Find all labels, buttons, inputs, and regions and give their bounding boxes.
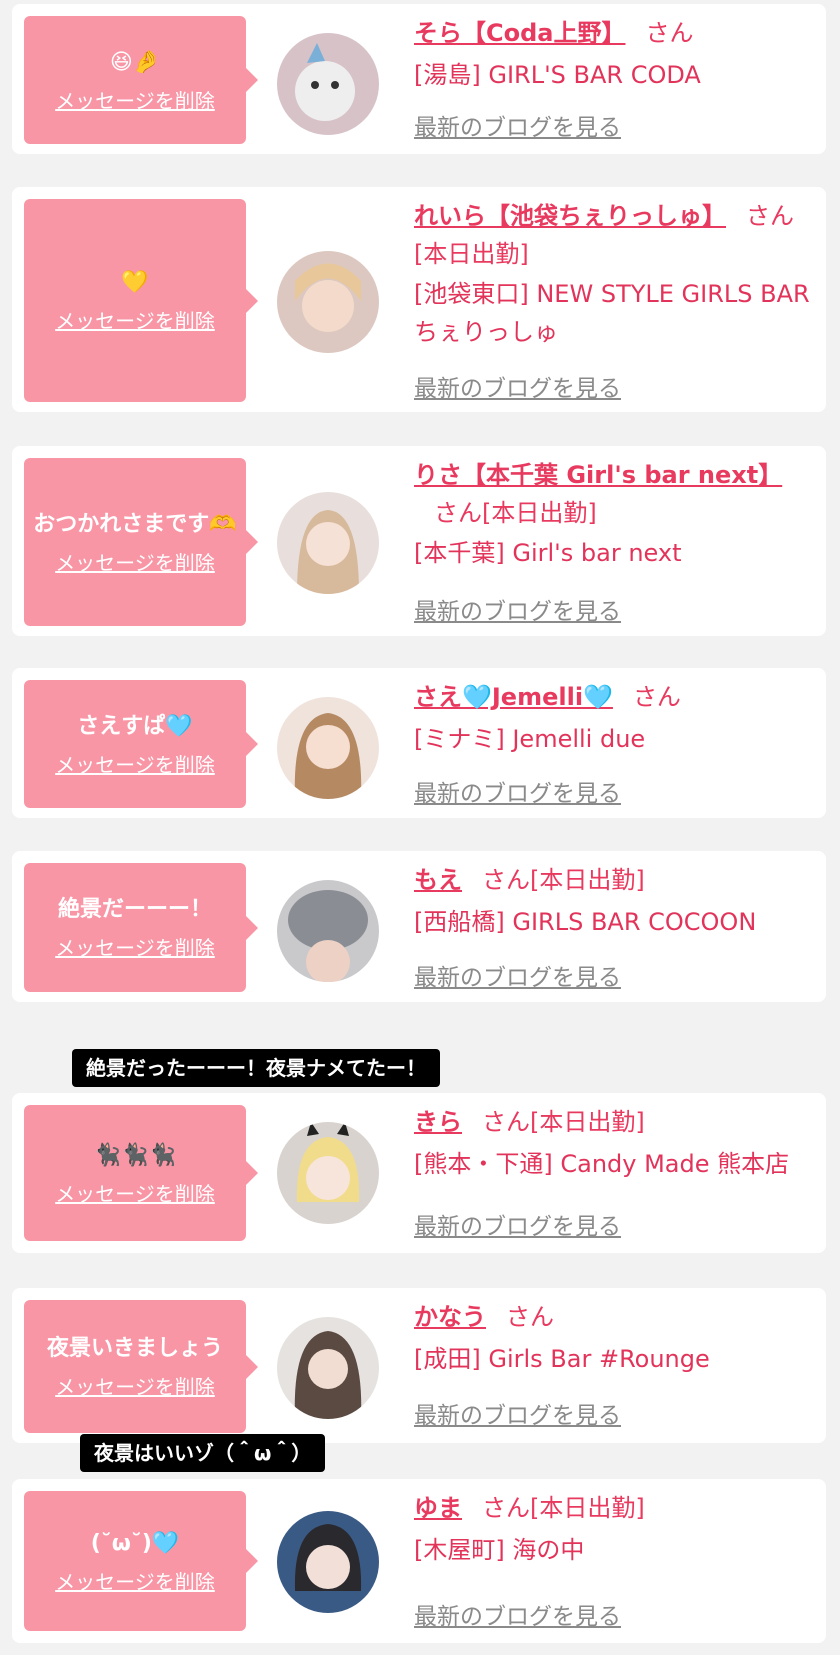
cast-name-link[interactable]: そら【Coda上野】 xyxy=(414,19,625,47)
avatar[interactable] xyxy=(277,1511,379,1613)
message-bubble: おつかれさまです🫶 メッセージを削除 xyxy=(24,458,258,626)
message-bubble: 絶景だーーー！ メッセージを削除 xyxy=(24,863,258,992)
video-caption: 夜景はいいゾ（＾ω＾） xyxy=(80,1434,326,1472)
message-text: 絶景だーーー！ xyxy=(57,897,212,922)
message-text: (˘ω˘)🩵 xyxy=(90,1530,180,1556)
shop-name: [池袋東口] NEW STYLE GIRLS BAR ちぇりっしゅ xyxy=(414,280,810,346)
cast-suffix: さん xyxy=(632,683,681,711)
blog-link[interactable]: 最新のブログを見る xyxy=(414,1597,621,1631)
message-bubble: (˘ω˘)🩵 メッセージを削除 xyxy=(24,1491,258,1631)
cast-name-link[interactable]: きら xyxy=(414,1108,462,1136)
message-card: 夜景いきましょう メッセージを削除 かなう さん [成田] Girls Bar #… xyxy=(12,1288,826,1443)
cast-suffix: さん[本日出勤] xyxy=(482,1108,645,1136)
avatar[interactable] xyxy=(277,880,379,982)
delete-message-link[interactable]: メッセージを削除 xyxy=(55,1178,215,1207)
blog-link[interactable]: 最新のブログを見る xyxy=(414,369,621,403)
avatar[interactable] xyxy=(277,492,379,594)
cast-name-link[interactable]: れいら【池袋ちぇりっしゅ】 xyxy=(414,202,726,230)
message-card: 💛 メッセージを削除 れいら【池袋ちぇりっしゅ】 さん[本日出勤] [池袋東口] … xyxy=(12,187,826,412)
delete-message-link[interactable]: メッセージを削除 xyxy=(55,932,215,961)
blog-link[interactable]: 最新のブログを見る xyxy=(414,1396,621,1430)
delete-message-link[interactable]: メッセージを削除 xyxy=(55,1566,215,1595)
message-bubble: 💛 メッセージを削除 xyxy=(24,199,258,402)
shop-name: [木屋町] 海の中 xyxy=(414,1536,585,1564)
shop-name: [本千葉] Girl's bar next xyxy=(414,539,682,567)
avatar[interactable] xyxy=(277,251,379,353)
shop-name: [西船橋] GIRLS BAR COCOON xyxy=(414,908,757,936)
message-bubble: さえすぱ🩵 メッセージを削除 xyxy=(24,680,258,808)
message-card: (˘ω˘)🩵 メッセージを削除 ゆま さん[本日出勤] [木屋町] 海の中 最新の… xyxy=(12,1479,826,1643)
blog-link[interactable]: 最新のブログを見る xyxy=(414,958,621,992)
delete-message-link[interactable]: メッセージを削除 xyxy=(55,85,215,114)
message-bubble: 🐈‍⬛🐈‍⬛🐈‍⬛ メッセージを削除 xyxy=(24,1105,258,1241)
blog-link[interactable]: 最新のブログを見る xyxy=(414,108,621,142)
video-caption: 絶景だったーーー！夜景ナメてたー！ xyxy=(72,1049,440,1087)
cast-name-link[interactable]: りさ【本千葉 Girl's bar next】 xyxy=(414,461,782,489)
blog-link[interactable]: 最新のブログを見る xyxy=(414,774,621,808)
message-bubble: 夜景いきましょう メッセージを削除 xyxy=(24,1300,258,1433)
shop-name: [湯島] GIRL'S BAR CODA xyxy=(414,61,701,89)
message-text: 💛 xyxy=(121,270,149,295)
shop-name: [ミナミ] Jemelli due xyxy=(414,725,646,753)
message-bubble: 😆🤌 メッセージを削除 xyxy=(24,16,258,144)
message-card: おつかれさまです🫶 メッセージを削除 りさ【本千葉 Girl's bar nex… xyxy=(12,446,826,636)
cast-name-link[interactable]: ゆま xyxy=(414,1494,462,1522)
message-card: さえすぱ🩵 メッセージを削除 さえ🩵Jemelli🩵 さん [ミナミ] Jemel… xyxy=(12,668,826,818)
cast-suffix: さん[本日出勤] xyxy=(434,499,597,527)
delete-message-link[interactable]: メッセージを削除 xyxy=(55,547,215,576)
cast-suffix: さん[本日出勤] xyxy=(482,866,645,894)
delete-message-link[interactable]: メッセージを削除 xyxy=(55,749,215,778)
cast-name-link[interactable]: もえ xyxy=(414,866,462,894)
message-text: 😆🤌 xyxy=(109,49,161,75)
message-card: 😆🤌 メッセージを削除 そら【Coda上野】 さん [湯島] GIRL'S BAR… xyxy=(12,4,826,154)
avatar[interactable] xyxy=(277,697,379,799)
delete-message-link[interactable]: メッセージを削除 xyxy=(55,1371,215,1400)
blog-link[interactable]: 最新のブログを見る xyxy=(414,592,621,626)
cast-suffix: さん xyxy=(506,1303,554,1331)
message-card: 🐈‍⬛🐈‍⬛🐈‍⬛ メッセージを削除 きら さん[本日出勤] [熊本・下通] Ca… xyxy=(12,1093,826,1253)
message-text: 🐈‍⬛🐈‍⬛🐈‍⬛ xyxy=(93,1142,177,1168)
avatar[interactable] xyxy=(277,1317,379,1419)
shop-name: [成田] Girls Bar #Rounge xyxy=(414,1345,710,1373)
avatar[interactable] xyxy=(277,1122,379,1224)
cast-name-link[interactable]: かなう xyxy=(414,1303,486,1331)
avatar[interactable] xyxy=(277,33,379,135)
cast-name-link[interactable]: さえ🩵Jemelli🩵 xyxy=(414,683,613,711)
message-text: 夜景いきましょう xyxy=(46,1336,223,1361)
cast-suffix: さん[本日出勤] xyxy=(482,1494,645,1522)
delete-message-link[interactable]: メッセージを削除 xyxy=(55,305,215,334)
message-card: 絶景だーーー！ メッセージを削除 もえ さん[本日出勤] [西船橋] GIRLS … xyxy=(12,851,826,1002)
cast-suffix: さん xyxy=(645,19,694,47)
message-text: さえすぱ🩵 xyxy=(77,713,193,739)
message-text: おつかれさまです🫶 xyxy=(33,511,237,537)
blog-link[interactable]: 最新のブログを見る xyxy=(414,1207,621,1241)
shop-name: [熊本・下通] Candy Made 熊本店 xyxy=(414,1150,790,1178)
